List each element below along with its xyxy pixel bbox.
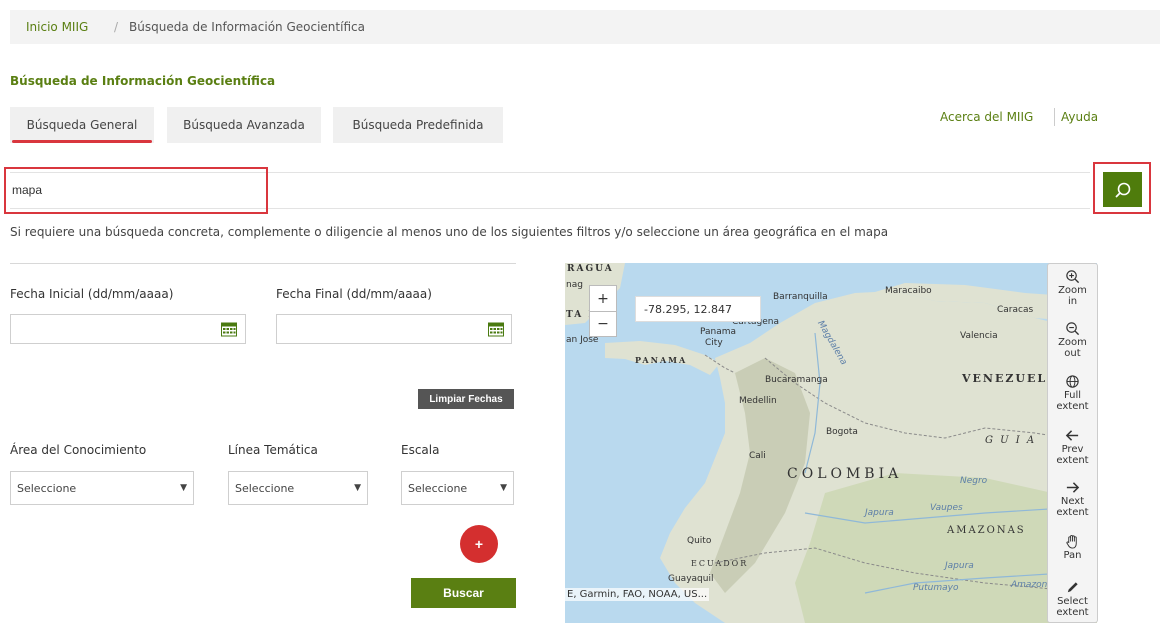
map-label: Bogota [826, 427, 858, 437]
calendar-icon[interactable] [488, 321, 504, 337]
map-label: Vaupes [930, 503, 963, 513]
map-label: PANAMA [635, 355, 688, 365]
map-label: Medellin [739, 396, 777, 406]
map-label: VENEZUEL [962, 372, 1048, 385]
globe-icon [1066, 375, 1079, 388]
map-zoom-in-button[interactable]: + [590, 286, 616, 312]
calendar-icon[interactable] [221, 321, 237, 337]
tab-advanced-search[interactable]: Búsqueda Avanzada [167, 107, 321, 143]
clear-dates-button[interactable]: Limpiar Fechas [418, 389, 514, 409]
tab-label: Búsqueda Avanzada [183, 118, 305, 132]
tab-general-search[interactable]: Búsqueda General [10, 107, 154, 143]
map-label: Amazon [1011, 580, 1048, 590]
scale-select[interactable]: Seleccione ▼ [401, 471, 514, 505]
map-label: Maracaibo [885, 286, 932, 296]
add-filter-button[interactable]: + [460, 525, 498, 563]
search-hint: Si requiere una búsqueda concreta, compl… [10, 225, 889, 239]
map-attribution: E, Garmin, FAO, NOAA, US... [565, 588, 710, 601]
tool-next-extent[interactable]: Next extent [1048, 480, 1097, 518]
map-label: Japura [945, 561, 974, 571]
end-date-label: Fecha Final (dd/mm/aaaa) [276, 287, 432, 301]
select-value: Seleccione [235, 481, 295, 495]
map-label: Panama [700, 327, 737, 337]
map-label: Negro [960, 476, 988, 486]
map-label: Valencia [960, 331, 998, 341]
map-toolbar: Zoom in Zoom out Full extent Prev extent… [1047, 263, 1098, 623]
tool-zoom-in[interactable]: Zoom in [1048, 269, 1097, 307]
tool-pan[interactable]: Pan [1048, 534, 1097, 561]
breadcrumb-home-link[interactable]: Inicio MIIG [26, 20, 88, 34]
filters-divider [10, 263, 516, 264]
thematic-line-label: Línea Temática [228, 443, 318, 457]
chevron-down-icon: ▼ [180, 483, 187, 493]
about-link[interactable]: Acerca del MIIG [940, 110, 1033, 124]
active-tab-indicator [12, 140, 152, 143]
select-value: Seleccione [17, 481, 77, 495]
map-label: Guayaquil [668, 574, 714, 584]
page-title: Búsqueda de Información Geocientífica [10, 74, 276, 88]
chevron-down-icon: ▼ [354, 483, 361, 493]
pencil-icon [1067, 582, 1078, 593]
knowledge-area-label: Área del Conocimiento [10, 443, 147, 457]
map-label: nag [566, 280, 583, 290]
start-date-label: Fecha Inicial (dd/mm/aaaa) [10, 287, 174, 301]
map-label: Japura [865, 508, 894, 518]
search-button[interactable] [1103, 172, 1142, 207]
map-label: ECUADOR [691, 559, 749, 568]
map-label: City [705, 338, 723, 348]
start-date-field[interactable] [10, 314, 246, 344]
tab-predefined-search[interactable]: Búsqueda Predefinida [333, 107, 503, 143]
arrow-right-icon [1066, 482, 1080, 493]
map-coordinates: -78.295, 12.847 [635, 296, 761, 322]
hand-icon [1066, 534, 1077, 549]
tab-label: Búsqueda Predefinida [352, 118, 484, 132]
map-zoom-out-button[interactable]: − [590, 311, 616, 336]
help-link[interactable]: Ayuda [1061, 110, 1098, 124]
links-divider [1054, 108, 1055, 126]
tool-prev-extent[interactable]: Prev extent [1048, 428, 1097, 466]
tool-full-extent[interactable]: Full extent [1048, 374, 1097, 412]
tab-label: Búsqueda General [26, 118, 138, 132]
tool-select-extent[interactable]: Select extent [1048, 580, 1097, 618]
map-label: RAGUA [567, 264, 614, 274]
chevron-down-icon: ▼ [500, 483, 507, 493]
map-label: G U I A [985, 435, 1037, 446]
map-label: Caracas [997, 305, 1034, 315]
buscar-button[interactable]: Buscar [411, 578, 516, 608]
knowledge-area-select[interactable]: Seleccione ▼ [10, 471, 194, 505]
search-input-highlight [4, 167, 268, 214]
arrow-left-icon [1065, 430, 1079, 441]
scale-label: Escala [401, 443, 440, 457]
map-label: Barranquilla [773, 292, 828, 302]
map-label: COLOMBIA [787, 466, 903, 482]
map-label: Cali [749, 451, 766, 461]
thematic-line-select[interactable]: Seleccione ▼ [228, 471, 368, 505]
map-zoom-control: + − [589, 285, 617, 337]
map-label: AMAZONAS [947, 525, 1026, 536]
breadcrumb-current: Búsqueda de Información Geocientífica [129, 20, 365, 34]
breadcrumb: Inicio MIIG / Búsqueda de Información Ge… [10, 10, 1160, 44]
map-label: Putumayo [913, 583, 959, 593]
end-date-field[interactable] [276, 314, 512, 344]
zoom-in-icon [1066, 270, 1080, 284]
breadcrumb-separator: / [114, 20, 119, 34]
tool-zoom-out[interactable]: Zoom out [1048, 321, 1097, 359]
map-label: Bucaramanga [765, 375, 828, 385]
zoom-out-icon [1066, 322, 1080, 336]
map-label: Quito [687, 536, 712, 546]
search-icon [1115, 182, 1130, 197]
select-value: Seleccione [408, 481, 468, 495]
